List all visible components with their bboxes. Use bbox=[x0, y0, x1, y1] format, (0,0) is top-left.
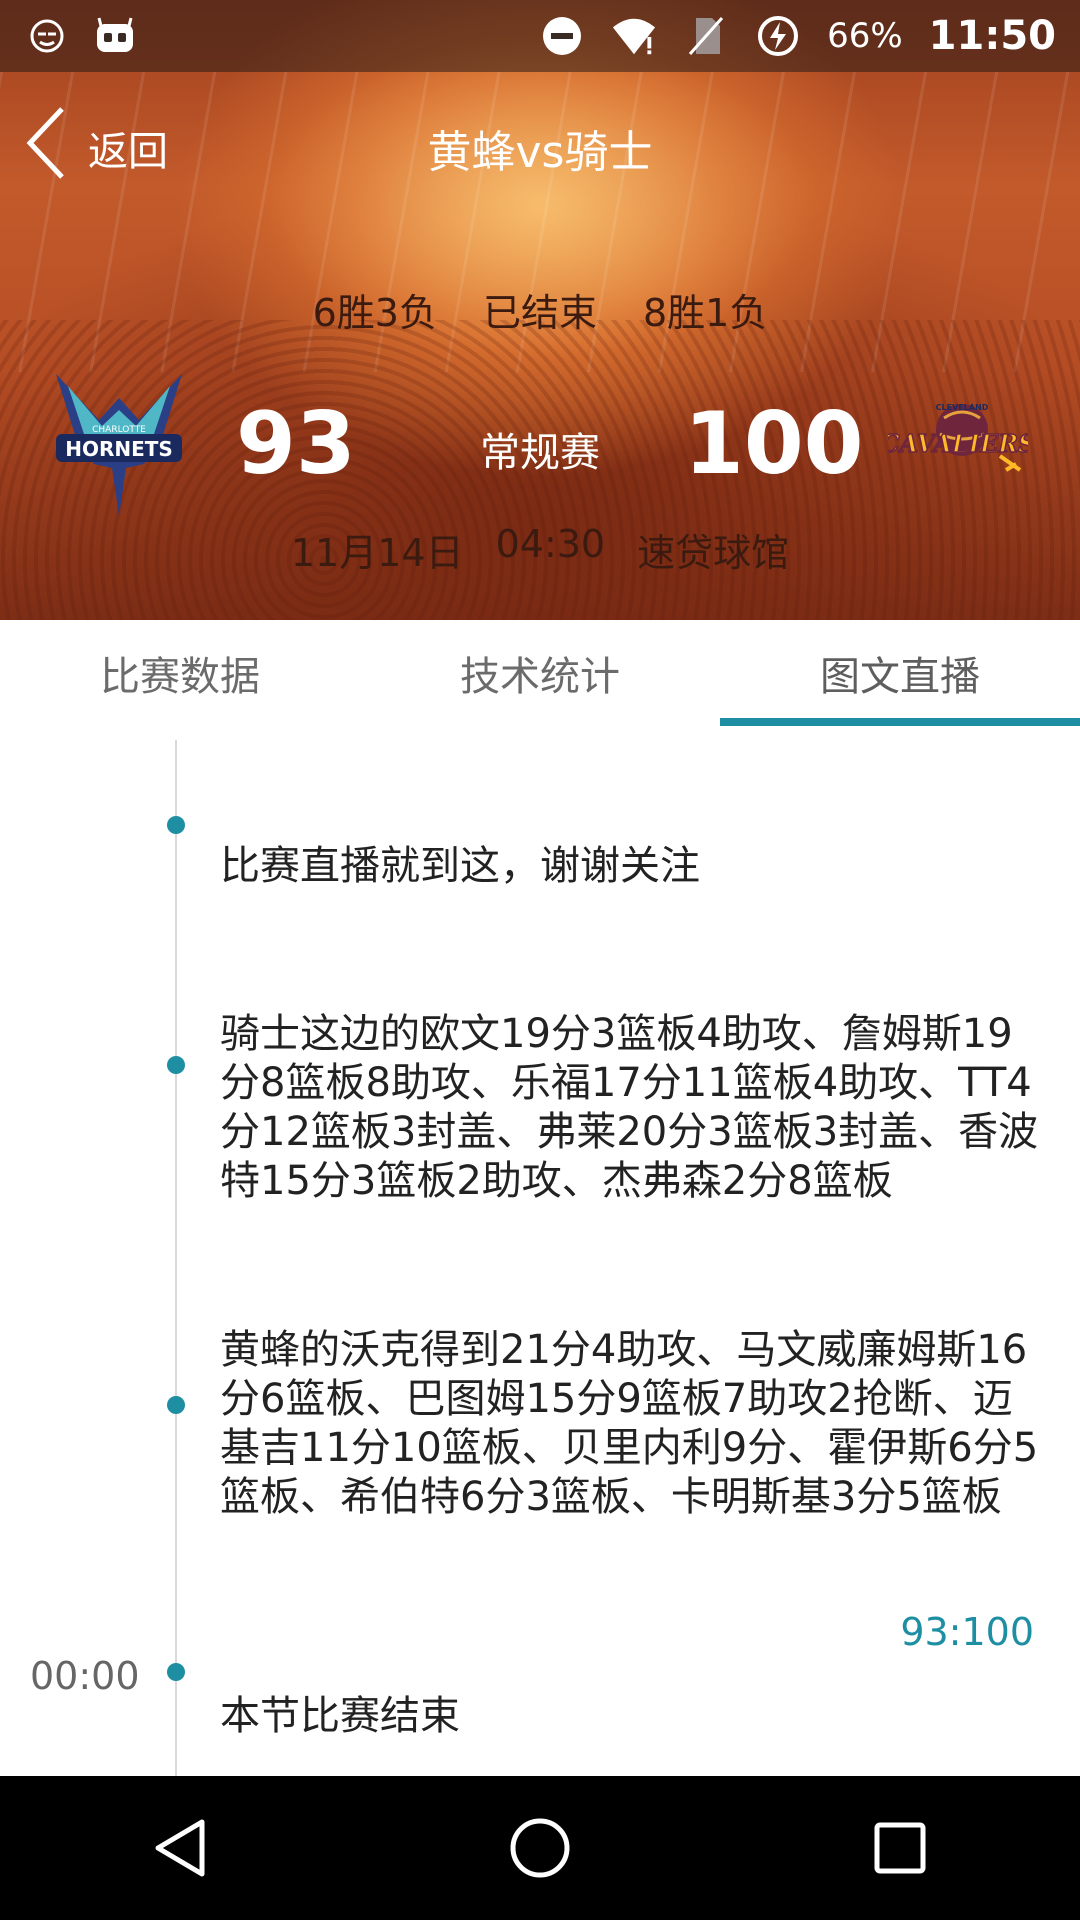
home-record: 6胜3负 bbox=[312, 291, 437, 335]
cavaliers-logo-text: CAVALIERS bbox=[888, 429, 1028, 458]
away-record: 8胜1负 bbox=[643, 291, 768, 335]
robot-icon bbox=[92, 13, 138, 59]
home-score: 93 bbox=[236, 394, 356, 494]
game-status: 已结束 bbox=[482, 291, 597, 335]
live-feed[interactable]: 比赛直播就到这，谢谢关注 骑士这边的欧文19分3篮板4助攻、詹姆斯19分8篮板8… bbox=[0, 726, 1080, 1776]
recents-square-icon bbox=[874, 1822, 926, 1874]
recents-nav-button[interactable] bbox=[840, 1788, 960, 1908]
timeline-line bbox=[175, 740, 177, 1776]
cavaliers-logo[interactable]: CLEVELAND CAVALIERS bbox=[880, 400, 1036, 484]
timeline-dot bbox=[167, 1663, 185, 1681]
feed-item-text: 比赛直播就到这，谢谢关注 bbox=[220, 843, 700, 889]
cavaliers-logo-subtext: CLEVELAND bbox=[936, 403, 989, 412]
feed-item-text: 骑士这边的欧文19分3篮板4助攻、詹姆斯19分8篮板8助攻、乐福17分11篮板4… bbox=[220, 1011, 1039, 1204]
wifi-icon bbox=[611, 13, 657, 59]
timeline-dot bbox=[167, 1056, 185, 1074]
back-nav-button[interactable] bbox=[120, 1788, 240, 1908]
game-type: 常规赛 bbox=[480, 430, 600, 476]
game-meta: 11月14日 04:30 速贷球馆 bbox=[0, 522, 1080, 577]
battery-percent: 66% bbox=[827, 16, 903, 56]
timeline-dot bbox=[167, 816, 185, 834]
team-records: 6胜3负 已结束 8胜1负 bbox=[0, 282, 1080, 337]
game-date: 11月14日 bbox=[290, 531, 464, 575]
scoreboard: CHARLOTTE HORNETS 93 常规赛 100 CLEVELAND C… bbox=[0, 360, 1080, 530]
feed-item-time: 00:00 bbox=[30, 1654, 140, 1698]
face-icon bbox=[24, 13, 70, 59]
hornets-logo-text: HORNETS bbox=[65, 437, 173, 461]
top-nav: 返回 黄蜂vs骑士 bbox=[0, 100, 1080, 196]
feed-item-text: 黄蜂的沃克得到21分4助攻、马文威廉姆斯16分6篮板、巴图姆15分9篮板7助攻2… bbox=[220, 1327, 1039, 1520]
system-nav-bar bbox=[0, 1776, 1080, 1920]
timeline-dot bbox=[167, 1396, 185, 1414]
hornets-logo[interactable]: CHARLOTTE HORNETS bbox=[44, 368, 194, 522]
tab-bar: 比赛数据 技术统计 图文直播 bbox=[0, 620, 1080, 726]
back-button[interactable]: 返回 bbox=[24, 105, 168, 191]
hornets-logo-subtext: CHARLOTTE bbox=[92, 425, 146, 435]
status-bar: 66% 11:50 bbox=[0, 0, 1080, 72]
game-venue: 速贷球馆 bbox=[637, 531, 790, 575]
home-nav-button[interactable] bbox=[480, 1788, 600, 1908]
battery-icon bbox=[755, 13, 801, 59]
dnd-icon bbox=[539, 13, 585, 59]
tab-tech-stats[interactable]: 技术统计 bbox=[360, 620, 720, 726]
home-circle-icon bbox=[510, 1818, 570, 1878]
back-label: 返回 bbox=[88, 129, 168, 175]
tab-live-text[interactable]: 图文直播 bbox=[720, 620, 1080, 726]
away-score: 100 bbox=[684, 394, 864, 494]
chevron-left-icon bbox=[24, 105, 68, 191]
no-sim-icon bbox=[683, 13, 729, 59]
tab-game-data[interactable]: 比赛数据 bbox=[0, 620, 360, 726]
game-time: 04:30 bbox=[495, 522, 606, 566]
back-triangle-icon bbox=[155, 1819, 205, 1877]
clock: 11:50 bbox=[928, 13, 1056, 59]
feed-item-text: 本节比赛结束 bbox=[220, 1693, 460, 1739]
feed-item-score: 93:100 bbox=[900, 1610, 1034, 1654]
